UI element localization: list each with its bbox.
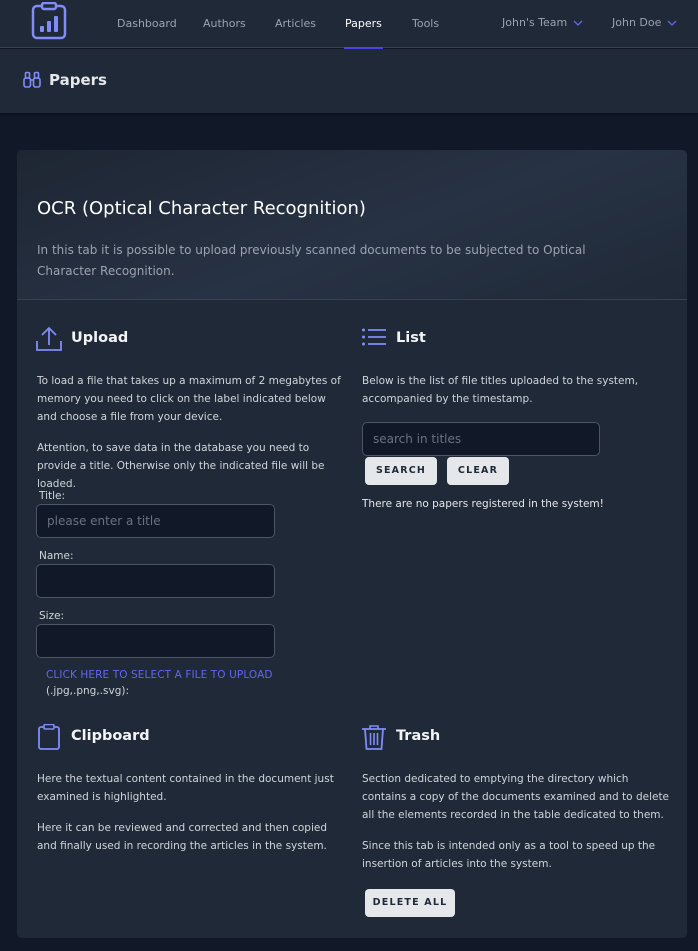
- trash-icon: [362, 725, 386, 750]
- clipboard-title: Clipboard: [71, 728, 150, 744]
- select-file-link[interactable]: CLICK HERE TO SELECT A FILE TO UPLOAD: [46, 669, 273, 681]
- ocr-title: OCR (Optical Character Recognition): [37, 198, 366, 219]
- trash-title: Trash: [396, 728, 441, 744]
- ocr-card-header: OCR (Optical Character Recognition) In t…: [17, 150, 687, 300]
- file-formats-hint: (.jpg,.png,.svg):: [46, 685, 130, 697]
- nav-link-tools[interactable]: Tools: [412, 0, 439, 48]
- search-titles-input[interactable]: [362, 422, 600, 456]
- top-navbar: Dashboard Authors Articles Papers Tools …: [0, 0, 698, 49]
- name-input[interactable]: [36, 564, 275, 598]
- clipboard-para-1: Here the textual content contained in th…: [37, 773, 334, 803]
- list-title: List: [396, 330, 426, 346]
- team-dropdown[interactable]: John's Team: [502, 0, 583, 46]
- team-dropdown-label: John's Team: [502, 16, 568, 29]
- nav-link-articles[interactable]: Articles: [275, 0, 316, 48]
- ocr-card: OCR (Optical Character Recognition) In t…: [17, 150, 687, 938]
- upload-title: Upload: [71, 330, 129, 346]
- user-dropdown[interactable]: John Doe: [612, 0, 677, 46]
- nav-link-authors[interactable]: Authors: [203, 0, 246, 48]
- upload-attention: Attention, to save data in the database …: [37, 442, 325, 490]
- trash-para-1: Section dedicated to emptying the direct…: [362, 773, 670, 821]
- page-header: Papers: [0, 49, 698, 113]
- clear-button[interactable]: CLEAR: [447, 457, 509, 485]
- ocr-description: In this tab it is possible to upload pre…: [37, 243, 586, 278]
- upload-section: Upload To load a file that takes up a ma…: [36, 326, 346, 706]
- page-title: Papers: [49, 71, 107, 89]
- delete-all-button[interactable]: DELETE ALL: [365, 889, 455, 917]
- clipboard-section: Clipboard Here the textual content conta…: [36, 724, 346, 864]
- trash-section: Trash Section dedicated to emptying the …: [361, 724, 671, 924]
- user-dropdown-label: John Doe: [612, 16, 662, 29]
- title-input[interactable]: [36, 504, 275, 538]
- clipboard-icon: [38, 724, 60, 750]
- binoculars-icon: [23, 71, 41, 88]
- upload-instructions: To load a file that takes up a maximum o…: [37, 375, 341, 423]
- search-button[interactable]: SEARCH: [365, 457, 437, 485]
- list-section: List Below is the list of file titles up…: [361, 326, 671, 526]
- trash-para-2: Since this tab is intended only as a too…: [362, 840, 656, 870]
- nav-link-dashboard[interactable]: Dashboard: [117, 0, 177, 48]
- size-label: Size:: [39, 610, 65, 622]
- list-icon: [362, 328, 386, 346]
- list-description: Below is the list of file titles uploade…: [362, 375, 639, 405]
- size-input[interactable]: [36, 624, 275, 658]
- chevron-down-icon: [573, 20, 583, 26]
- upload-icon: [36, 326, 62, 351]
- chevron-down-icon: [667, 20, 677, 26]
- nav-link-papers[interactable]: Papers: [344, 0, 383, 49]
- clipboard-para-2: Here it can be reviewed and corrected an…: [37, 822, 328, 852]
- empty-list-message: There are no papers registered in the sy…: [362, 498, 604, 510]
- clipboard-chart-logo-icon[interactable]: [31, 2, 67, 40]
- name-label: Name:: [39, 550, 74, 562]
- title-label: Title:: [39, 490, 66, 502]
